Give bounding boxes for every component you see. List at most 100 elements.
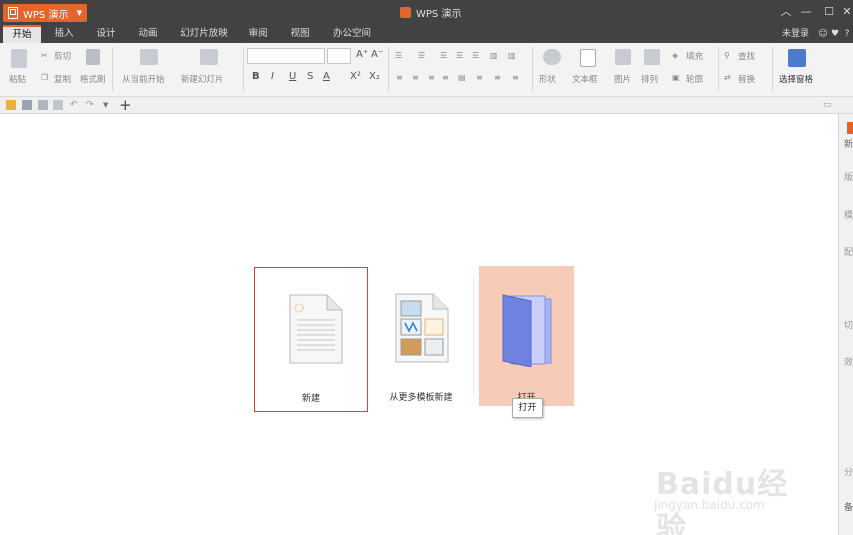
arrange-button[interactable]: 排列 [641,73,658,85]
justify-icon[interactable]: ≡ [442,73,454,83]
bold-button[interactable]: B [252,71,260,82]
paste-button[interactable]: 粘贴 [9,73,26,85]
customize-dropdown-icon[interactable]: ▼ [103,100,113,110]
text-direction-icon[interactable]: ▥ [508,51,520,61]
line-spacing-icon[interactable]: ☰ [472,51,484,61]
app-menu-label: WPS 演示 [23,9,69,21]
text-align-icon[interactable]: ≡ [494,73,506,83]
task-pane-color[interactable]: 配 [844,245,853,258]
task-pane-layout[interactable]: 版 [844,170,853,183]
font-color-button[interactable]: A [323,71,330,82]
title-bar: WPS 演示 ▼ WPS 演示 ︿ — ☐ ✕ [0,0,853,25]
add-tab-icon[interactable]: + [119,97,132,113]
feedback-icon[interactable]: ☺ [818,29,828,39]
new-slide-button[interactable]: 新建幻灯片 [181,73,224,85]
format-painter-button[interactable]: 格式刷 [80,73,106,85]
shape-button[interactable]: 形状 [539,73,556,85]
subscript-button[interactable]: X₂ [369,71,380,82]
decrease-indent-icon[interactable]: ☰ [440,51,452,61]
copy-button[interactable]: 复制 [54,73,71,85]
selection-pane-button[interactable]: 选择窗格 [779,73,813,85]
ribbon-separator [388,47,389,91]
task-pane-transition[interactable]: 切 [844,318,853,331]
picture-icon [615,49,631,65]
bullets-icon[interactable]: ☰ [395,51,407,61]
undo-icon[interactable]: ↶ [70,100,80,110]
wps-presentation-icon [400,7,411,18]
para-spacing-icon[interactable]: ≡ [476,73,488,83]
new-slide-icon [200,49,218,65]
open-document-tile[interactable]: 打开 [479,266,574,406]
task-pane-new[interactable]: 新 [844,137,853,150]
wps-logo-icon [8,7,18,19]
font-name-select[interactable] [247,48,325,64]
tab-animation[interactable]: 动画 [130,25,166,43]
tab-design[interactable]: 设计 [88,25,124,43]
replace-button[interactable]: 替换 [738,73,755,85]
selection-pane-icon [788,49,806,67]
numbering-icon[interactable]: ☰ [418,51,430,61]
replace-icon: ⇄ [724,73,731,82]
format-brush-icon [86,49,100,65]
columns-icon[interactable]: ▥ [490,51,502,61]
paste-icon[interactable] [11,49,27,68]
underline-button[interactable]: U [289,71,296,82]
grow-font-button[interactable]: A⁺ [356,49,368,60]
task-pane-effect[interactable]: 效 [844,355,853,368]
watermark-url: jingyan.baidu.com [654,498,765,512]
template-label: 从更多模板新建 [389,393,453,403]
textbox-button[interactable]: 文本框 [572,73,598,85]
arrange-icon [644,49,660,65]
fill-button[interactable]: 填充 [686,50,703,62]
maximize-button[interactable]: ☐ [821,4,837,20]
font-size-select[interactable] [327,48,351,64]
tab-slideshow[interactable]: 幻灯片放映 [174,25,234,43]
close-button[interactable]: ✕ [839,4,853,20]
open-folder-icon[interactable] [6,100,16,110]
collapse-ribbon-icon[interactable]: ︿ [778,4,794,20]
shrink-font-button[interactable]: A⁻ [371,49,383,60]
tab-office-space[interactable]: 办公空间 [326,25,378,43]
toolbar-menu-icon[interactable]: ▭ [823,100,833,110]
open-folder-icon [502,294,552,367]
italic-button[interactable]: I [271,71,274,82]
print-preview-icon[interactable] [53,100,63,110]
fill-icon: ◈ [672,51,679,60]
app-menu-button[interactable]: WPS 演示 ▼ [3,4,87,22]
ribbon-home: 粘贴 ✂ 剪切 ❐ 复制 格式刷 从当前开始 新建幻灯片 A⁺ A⁻ B I U… [0,43,853,97]
find-button[interactable]: 查找 [738,50,755,62]
print-icon[interactable] [38,100,48,110]
ribbon-separator [112,47,113,91]
align-left-icon[interactable]: ≡ [396,73,408,83]
tab-home[interactable]: 开始 [3,25,41,43]
redo-icon[interactable]: ↷ [86,100,96,110]
blank-document-icon [289,294,343,364]
login-status[interactable]: 未登录 [782,25,809,43]
help-icon[interactable]: ? [842,29,852,39]
minimize-button[interactable]: — [798,4,814,20]
skin-icon[interactable]: ♥ [830,29,840,39]
save-icon[interactable] [22,100,32,110]
cut-button[interactable]: 剪切 [54,50,71,62]
task-pane-share[interactable]: 分 [844,465,853,478]
distribute-icon[interactable]: ▤ [458,73,470,83]
picture-button[interactable]: 图片 [614,73,631,85]
task-pane-template[interactable]: 模 [844,208,853,221]
superscript-button[interactable]: X² [350,71,361,82]
align-right-icon[interactable]: ≡ [428,73,440,83]
task-pane-backup[interactable]: 备 [844,500,853,513]
tab-insert[interactable]: 插入 [46,25,82,43]
new-document-label: 新建 [301,394,320,404]
strikethrough-button[interactable]: S [307,71,313,82]
ribbon-separator [532,47,533,91]
tab-review[interactable]: 审阅 [242,25,274,43]
tab-view[interactable]: 视图 [284,25,316,43]
new-from-template-tile[interactable]: 从更多模板新建 [380,267,462,412]
smartart-icon[interactable]: ≡ [512,73,524,83]
new-document-tile[interactable]: 新建 [254,267,368,412]
increase-indent-icon[interactable]: ☰ [456,51,468,61]
from-current-button[interactable]: 从当前开始 [122,73,165,85]
align-center-icon[interactable]: ≡ [412,73,424,83]
outline-button[interactable]: 轮廓 [686,73,703,85]
task-pane-accent [847,122,853,134]
